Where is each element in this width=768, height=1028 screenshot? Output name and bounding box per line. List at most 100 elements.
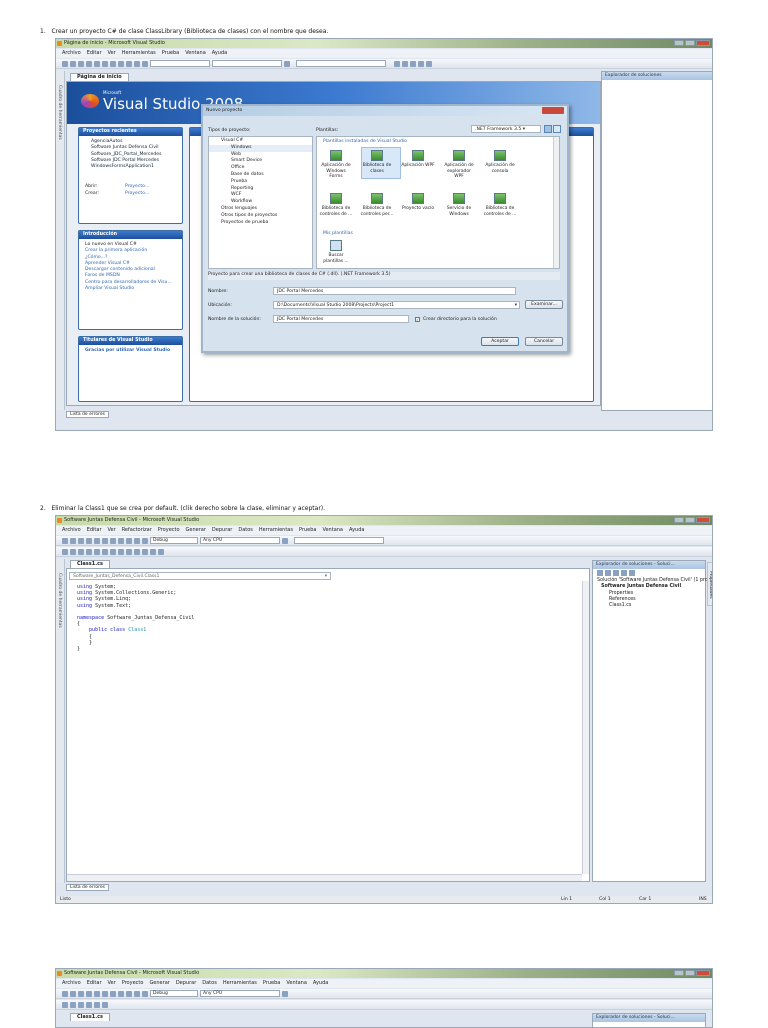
copy-icon[interactable]	[110, 60, 116, 67]
save-all-icon[interactable]	[94, 990, 100, 997]
menu-item-ventana[interactable]: Ventana	[286, 979, 307, 988]
add-item-icon[interactable]	[70, 60, 76, 67]
code-text[interactable]: using System; using System.Collections.G…	[77, 584, 194, 652]
small-icons-view-icon[interactable]	[553, 125, 561, 133]
close-button[interactable]	[696, 517, 710, 523]
search-templates-item[interactable]: Buscar plantillas ...	[319, 240, 353, 264]
project-type-item[interactable]: Base de datos	[209, 172, 312, 179]
menu-item-ventana[interactable]: Ventana	[185, 49, 206, 58]
location-input[interactable]: D:\Documents\Visual Studio 2008\Projects…	[273, 301, 520, 309]
menu-item-depurar[interactable]: Depurar	[212, 526, 232, 535]
bookmark-icon[interactable]	[142, 548, 148, 555]
uncomment-icon[interactable]	[118, 548, 124, 555]
undo-icon[interactable]	[126, 60, 132, 67]
start-page-icon[interactable]	[426, 60, 432, 67]
menu-item-archivo[interactable]: Archivo	[62, 526, 81, 535]
maximize-button[interactable]	[685, 517, 695, 523]
code-editor[interactable]: Software_Juntas_Defensa_Civil.Class1 ▾ us…	[66, 568, 590, 882]
template-item[interactable]: Biblioteca de controles de ...	[319, 193, 353, 217]
menu-item-archivo[interactable]: Archivo	[62, 49, 81, 58]
project-type-item[interactable]: Reporting	[209, 186, 312, 193]
menu-item-refactorizar[interactable]: Refactorizar	[122, 526, 152, 535]
dialog-close-button[interactable]	[542, 107, 564, 114]
bookmark-icon[interactable]	[134, 548, 140, 555]
template-item[interactable]: Aplicación de Windows Forms	[319, 150, 353, 180]
config-combo[interactable]: Debug	[150, 990, 198, 997]
view-code-icon[interactable]	[621, 570, 627, 576]
headline-link[interactable]: Gracias por utilizar Visual Studio	[79, 345, 182, 354]
template-item[interactable]: Aplicación de explorador WPF	[442, 150, 476, 180]
cut-icon[interactable]	[102, 990, 108, 997]
refresh-icon[interactable]	[613, 570, 619, 576]
save-all-icon[interactable]	[94, 60, 100, 67]
edit-icon[interactable]	[62, 548, 68, 555]
close-button[interactable]	[696, 970, 710, 976]
indent-icon[interactable]	[94, 548, 100, 555]
menu-item-datos[interactable]: Datos	[202, 979, 217, 988]
tab-class1[interactable]: Class1.cs	[70, 1013, 111, 1021]
large-icons-view-icon[interactable]	[544, 125, 552, 133]
project-type-item[interactable]: Otros tipos de proyectos	[209, 213, 312, 220]
save-icon[interactable]	[86, 990, 92, 997]
paste-icon[interactable]	[118, 990, 124, 997]
project-type-item[interactable]: Office	[209, 165, 312, 172]
save-icon[interactable]	[86, 537, 92, 544]
save-icon[interactable]	[86, 60, 92, 67]
new-project-icon[interactable]	[62, 60, 68, 67]
paste-icon[interactable]	[118, 537, 124, 544]
edit-icon[interactable]	[78, 548, 84, 555]
close-button[interactable]	[696, 40, 710, 46]
cut-icon[interactable]	[102, 537, 108, 544]
error-list-tab[interactable]: Lista de errores	[66, 884, 110, 891]
create-directory-checkbox[interactable]: ✓	[415, 317, 420, 322]
outdent-icon[interactable]	[94, 1001, 100, 1008]
undo-icon[interactable]	[126, 537, 132, 544]
menu-item-editar[interactable]: Editar	[87, 526, 102, 535]
edit-icon[interactable]	[70, 548, 76, 555]
project-type-item[interactable]: WCF	[209, 192, 312, 199]
add-item-icon[interactable]	[70, 537, 76, 544]
copy-icon[interactable]	[110, 537, 116, 544]
edit-icon[interactable]	[70, 1001, 76, 1008]
platform-combo[interactable]	[212, 60, 282, 67]
menu-item-ayuda[interactable]: Ayuda	[349, 526, 364, 535]
toolbox-strip[interactable]: Cuadro de herramientas	[56, 559, 65, 883]
config-combo[interactable]	[150, 60, 210, 67]
properties-icon[interactable]	[597, 570, 603, 576]
comment-icon[interactable]	[102, 1001, 108, 1008]
create-project-link[interactable]: Proyecto...	[125, 191, 149, 196]
platform-combo[interactable]: Any CPU	[200, 537, 280, 544]
template-item[interactable]: Aplicación de consola	[483, 150, 517, 174]
new-project-icon[interactable]	[62, 990, 68, 997]
edit-icon[interactable]	[62, 1001, 68, 1008]
vertical-scrollbar[interactable]	[582, 581, 589, 874]
project-type-item[interactable]: Windows	[209, 144, 312, 152]
redo-icon[interactable]	[134, 60, 140, 67]
properties-side-tab[interactable]: Propiedades	[707, 562, 712, 606]
start-debug-icon[interactable]	[142, 537, 148, 544]
edit-icon[interactable]	[86, 548, 92, 555]
minimize-button[interactable]	[674, 517, 684, 523]
menu-item-depurar[interactable]: Depurar	[176, 979, 196, 988]
indent-icon[interactable]	[86, 1001, 92, 1008]
project-type-item[interactable]: Prueba	[209, 179, 312, 186]
template-item[interactable]: Proyecto vacío	[401, 193, 435, 212]
find-combo[interactable]	[296, 60, 386, 67]
project-types-tree[interactable]: Visual C# Windows Web Smart Device Office Bas…	[208, 136, 313, 269]
menu-item-generar[interactable]: Generar	[149, 979, 169, 988]
toolbox-strip[interactable]: Cuadro de herramientas	[56, 71, 65, 410]
menu-item-ventana[interactable]: Ventana	[322, 526, 343, 535]
find-icon[interactable]	[284, 60, 290, 67]
menu-item-generar[interactable]: Generar	[186, 526, 206, 535]
maximize-button[interactable]	[685, 970, 695, 976]
save-all-icon[interactable]	[94, 537, 100, 544]
maximize-button[interactable]	[685, 40, 695, 46]
template-item[interactable]: Biblioteca de clases	[360, 150, 394, 174]
horizontal-scrollbar[interactable]	[67, 874, 582, 881]
menu-item-ayuda[interactable]: Ayuda	[212, 49, 227, 58]
bookmark-icon[interactable]	[126, 548, 132, 555]
tab-start-page[interactable]: Página de inicio	[70, 73, 129, 81]
menu-item-proyecto[interactable]: Proyecto	[122, 979, 144, 988]
open-icon[interactable]	[78, 990, 84, 997]
template-item[interactable]: Biblioteca de controles per...	[360, 193, 394, 217]
